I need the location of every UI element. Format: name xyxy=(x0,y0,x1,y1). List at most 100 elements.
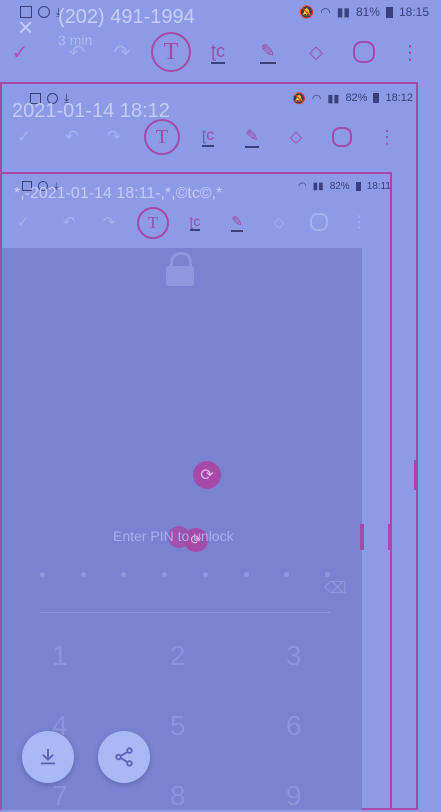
check-icon: ✓ xyxy=(16,127,32,146)
rotate-handle[interactable]: ⟳ xyxy=(193,461,221,489)
key-9[interactable]: 9 xyxy=(286,780,302,812)
pin-prompt: Enter PIN to unlock xyxy=(113,528,234,544)
mute-icon: 🔕 xyxy=(299,5,315,19)
mute-icon: 🔕 xyxy=(292,92,306,105)
download-button[interactable] xyxy=(22,731,74,783)
status-right: 🔕 ◠ ▮▮ 81% 18:15 xyxy=(299,5,429,19)
undo-button[interactable]: ↶ xyxy=(62,127,82,147)
more-options-button[interactable]: ⋮ xyxy=(351,211,367,233)
share-icon xyxy=(115,747,133,767)
more-options-button[interactable]: ⋮ xyxy=(378,125,396,149)
undo-button[interactable]: ↶ xyxy=(65,40,89,64)
signal-icon: ▮▮ xyxy=(327,92,340,105)
status-right-inner: ◠ ▮▮ 82% 18:11 xyxy=(298,181,391,192)
download-icon xyxy=(40,748,56,765)
pen-tool-button[interactable]: ✎ xyxy=(240,125,264,149)
battery-percent: 81% xyxy=(355,5,380,19)
confirm-button[interactable]: ✓ xyxy=(14,127,34,147)
text-tool-button[interactable]: T xyxy=(137,207,169,239)
more-vert-icon: ⋮ xyxy=(378,126,396,147)
lasso-tool-button[interactable] xyxy=(350,38,378,66)
battery-percent: 82% xyxy=(329,180,350,192)
text-tool-button[interactable]: T xyxy=(144,119,180,155)
pen-tool-button[interactable]: ✎ xyxy=(254,38,282,66)
more-vert-icon: ⋮ xyxy=(400,41,420,64)
lasso-icon xyxy=(353,41,375,63)
pin-dots xyxy=(40,572,330,577)
lasso-icon xyxy=(332,127,352,147)
battery-icon xyxy=(373,93,380,103)
more-vert-icon: ⋮ xyxy=(351,214,367,231)
undo-icon: ↶ xyxy=(62,214,76,231)
backspace-button[interactable]: ⌫ xyxy=(324,578,347,598)
crop-handle-panel-right[interactable] xyxy=(360,524,364,550)
key-7[interactable]: 7 xyxy=(52,780,68,812)
battery-percent: 82% xyxy=(345,92,368,104)
pin-dot xyxy=(40,572,45,577)
contact-title: (202) 491-1994 xyxy=(58,6,195,28)
key-8[interactable]: 8 xyxy=(170,780,186,812)
eraser-tool-button[interactable]: ◇ xyxy=(268,211,290,233)
key-5[interactable]: 5 xyxy=(170,710,186,742)
confirm-button[interactable]: ✓ xyxy=(14,213,32,231)
pin-dot xyxy=(121,572,127,577)
eraser-icon: ◇ xyxy=(309,41,323,62)
clock: 18:12 xyxy=(385,92,413,104)
key-3[interactable]: 3 xyxy=(286,640,302,672)
share-button[interactable] xyxy=(98,731,150,783)
inner-title: *,-2021-01-14 18:11-,*,©tc©,* xyxy=(14,185,223,202)
signal-icon: ▮▮ xyxy=(336,5,350,19)
inner-editor-toolbar: ✓ ↶ ↷ T ʈc ✎ ◇ ⋮ xyxy=(0,206,441,239)
redo-icon: ↷ xyxy=(106,127,122,146)
check-icon: ✓ xyxy=(11,41,29,64)
mid-editor-toolbar: ✓ ↶ ↷ T ʈc ✎ ◇ ⋮ xyxy=(0,118,441,156)
pin-dot xyxy=(284,572,290,577)
redo-button[interactable]: ↷ xyxy=(110,40,134,64)
text-tool-button[interactable]: T xyxy=(151,32,191,72)
eraser-tool-button[interactable]: ◇ xyxy=(302,38,330,66)
undo-icon: ↶ xyxy=(68,41,86,64)
lasso-tool-button[interactable] xyxy=(308,211,330,233)
lasso-tool-button[interactable] xyxy=(330,125,354,149)
eraser-icon: ◇ xyxy=(289,129,303,146)
status-right-mid: 🔕 ◠ ▮▮ 82% 18:12 xyxy=(292,92,413,105)
handwriting-tool-button[interactable]: ʈc xyxy=(196,125,220,149)
text-tool-icon: T xyxy=(163,38,179,65)
confirm-button[interactable]: ✓ xyxy=(8,40,32,64)
wifi-icon: ◠ xyxy=(311,92,322,105)
redo-icon: ↷ xyxy=(102,214,116,231)
pen-icon: ✎ xyxy=(245,126,259,148)
pen-icon: ✎ xyxy=(231,213,243,232)
rotate-icon: ⟳ xyxy=(200,467,214,484)
pin-dot xyxy=(202,572,208,577)
lock-icon xyxy=(164,252,196,288)
handwriting-icon: ʈc xyxy=(201,127,215,147)
handwriting-tool-button[interactable]: ʈc xyxy=(184,211,206,233)
redo-button[interactable]: ↷ xyxy=(104,127,124,147)
signal-icon: ▮▮ xyxy=(312,180,324,192)
wifi-icon: ◠ xyxy=(320,5,331,19)
redo-button[interactable]: ↷ xyxy=(100,213,118,231)
key-2[interactable]: 2 xyxy=(170,640,186,672)
battery-icon xyxy=(385,6,393,18)
pin-dot xyxy=(80,572,86,577)
crop-handle-inner-right[interactable] xyxy=(388,524,392,550)
undo-icon: ↶ xyxy=(64,127,80,146)
pin-underline xyxy=(40,612,330,613)
handwriting-icon: ʈc xyxy=(189,213,201,231)
handwriting-tool-button[interactable]: ʈc xyxy=(204,38,232,66)
more-options-button[interactable]: ⋮ xyxy=(400,38,420,66)
crop-handle-right[interactable] xyxy=(414,460,418,490)
backspace-icon: ⌫ xyxy=(324,580,347,597)
clock: 18:11 xyxy=(366,180,391,192)
eraser-tool-button[interactable]: ◇ xyxy=(284,125,308,149)
pen-tool-button[interactable]: ✎ xyxy=(226,211,248,233)
key-6[interactable]: 6 xyxy=(286,710,302,742)
wifi-icon: ◠ xyxy=(297,180,307,192)
battery-icon xyxy=(355,181,361,191)
key-1[interactable]: 1 xyxy=(52,640,68,672)
top-editor-toolbar: ✓ ↶ ↷ T ʈc ✎ ◇ ⋮ xyxy=(0,30,441,74)
undo-button[interactable]: ↶ xyxy=(60,213,78,231)
handwriting-icon: ʈc xyxy=(210,41,225,64)
pen-icon: ✎ xyxy=(260,41,276,64)
